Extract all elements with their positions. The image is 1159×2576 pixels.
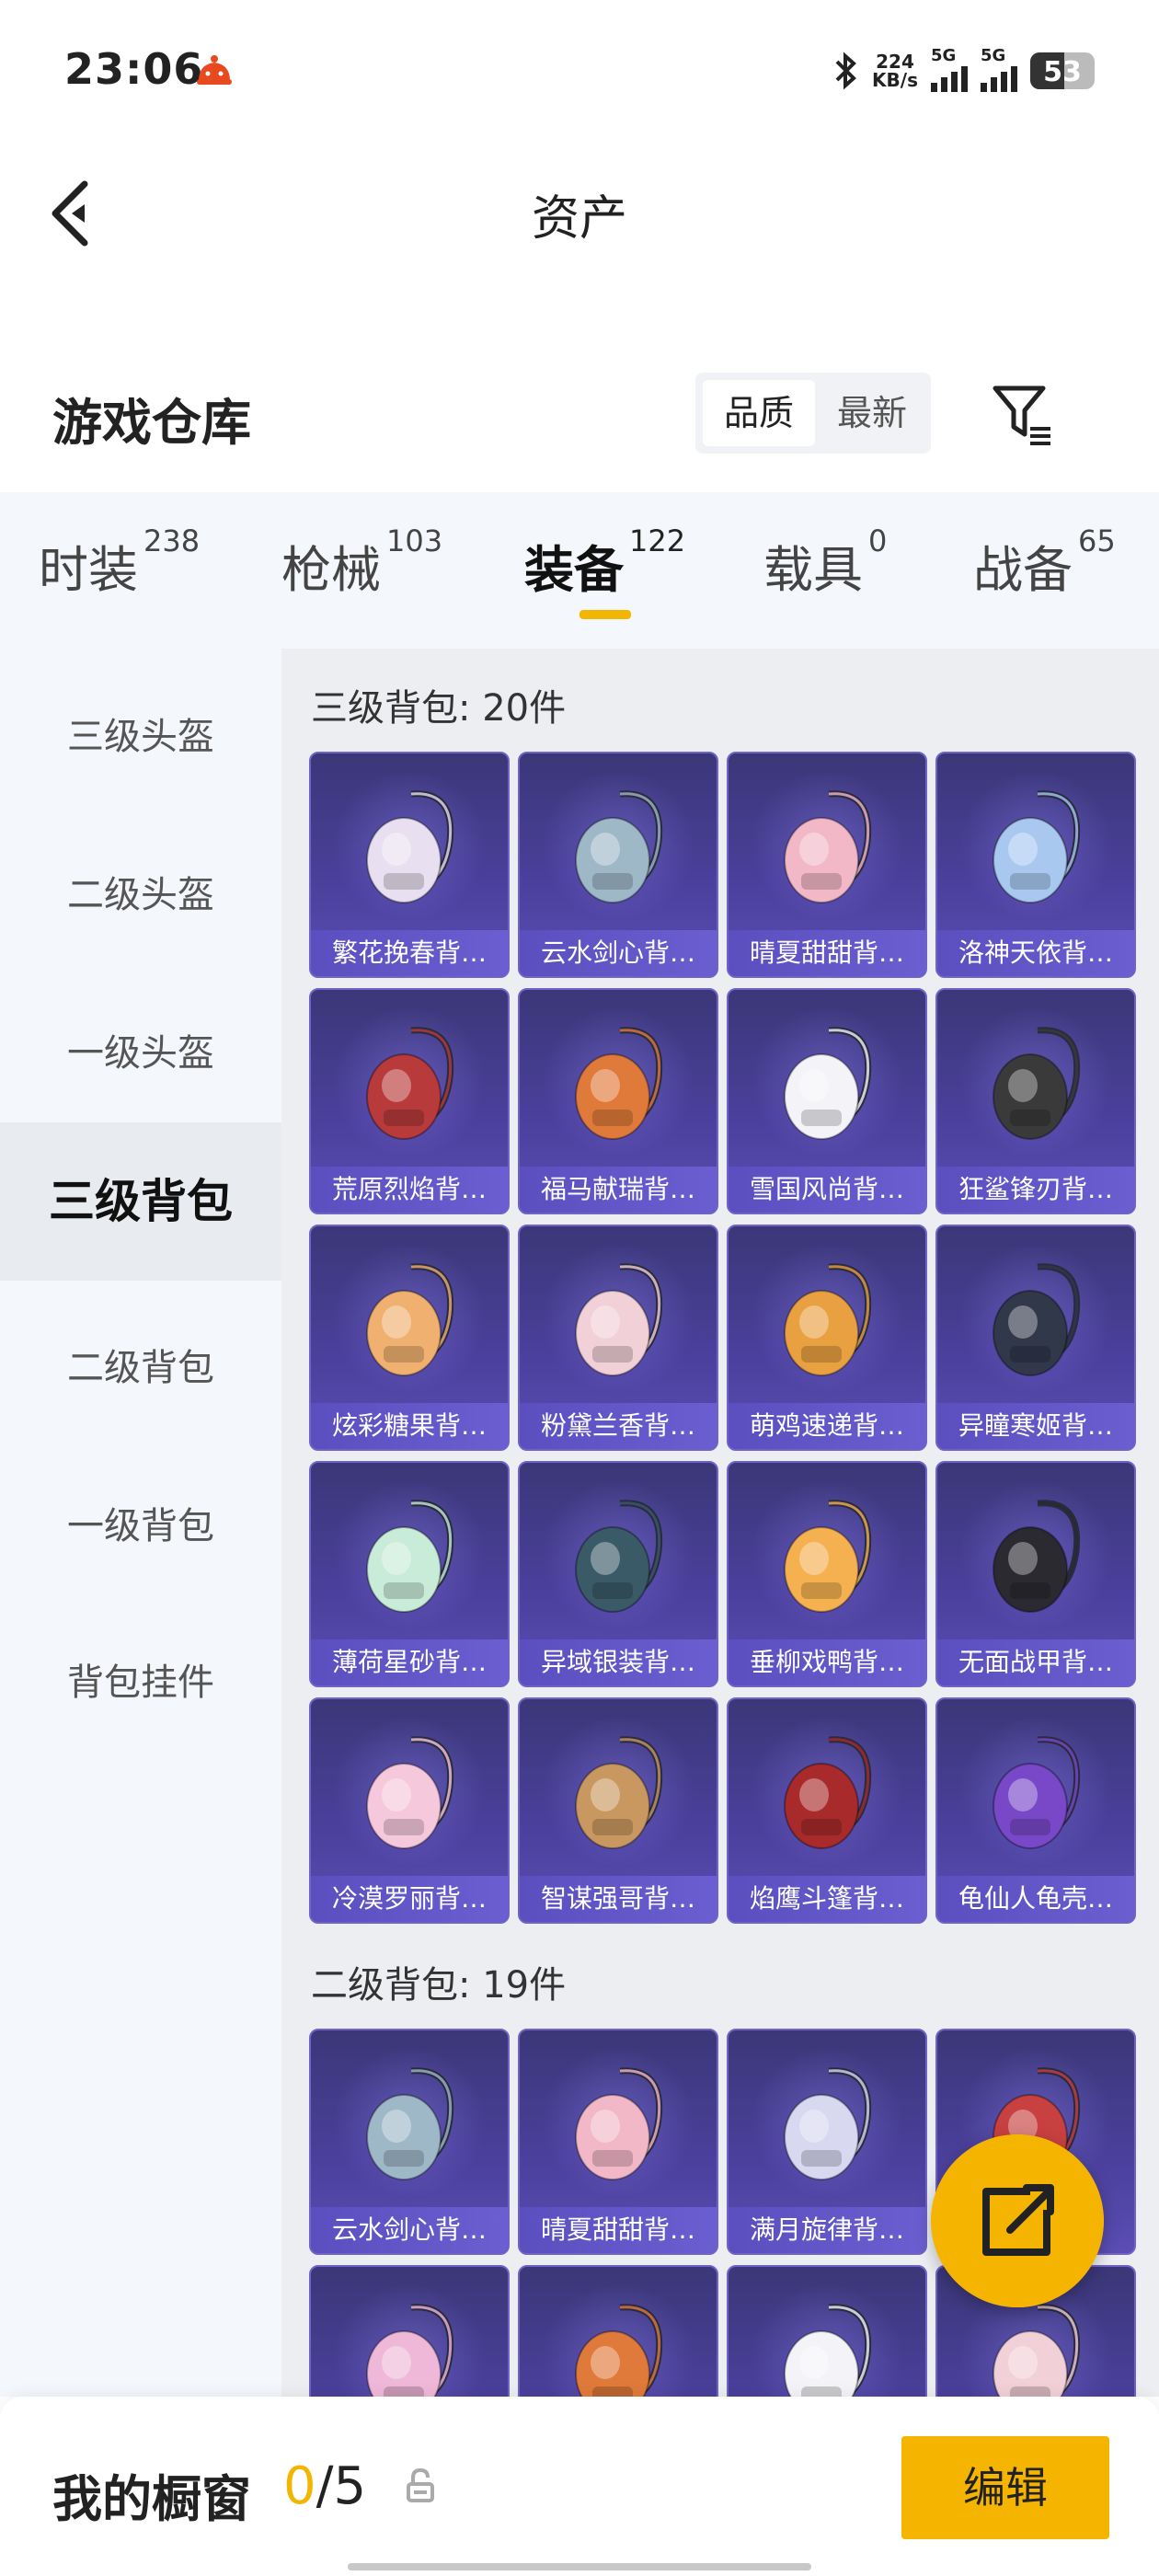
category-tabs: 时装 238 枪械 103 装备 122 载具 0 战备 65 xyxy=(0,492,1159,649)
net-speed: 224 KB/s xyxy=(872,51,918,91)
tab-vehicles[interactable]: 载具 0 xyxy=(763,523,887,602)
item-label: 龟仙人龟壳… xyxy=(937,1876,1134,1922)
item-card[interactable]: 洛神天依背… xyxy=(935,752,1136,978)
sidebar-item-backpack-1[interactable]: 一级背包 xyxy=(0,1493,281,1559)
lock-icon xyxy=(407,2467,434,2502)
notification-icon xyxy=(197,55,232,85)
item-card[interactable]: 炫彩糖果背… xyxy=(309,1225,510,1451)
item-card[interactable]: 福马献瑞背… xyxy=(518,988,718,1214)
status-indicators: 224 KB/s 5G 5G 53 xyxy=(832,46,1095,96)
section-title-backpack-3: 三级背包: 20件 xyxy=(311,687,567,730)
item-card[interactable]: 雪国风尚背… xyxy=(727,988,927,1214)
sidebar-item-helmet-1[interactable]: 一级头盔 xyxy=(0,1020,281,1087)
sidebar-item-helmet-3[interactable]: 三级头盔 xyxy=(0,704,281,770)
sidebar-item-backpack-3[interactable]: 三级背包 xyxy=(0,1122,281,1281)
item-card[interactable]: 荒原烈焰背… xyxy=(309,988,510,1214)
item-label: 洛神天依背… xyxy=(937,930,1134,976)
item-label: 智谋强哥背… xyxy=(520,1876,717,1922)
edit-button[interactable]: 编辑 xyxy=(901,2436,1109,2539)
sidebar-item-backpack-2[interactable]: 二级背包 xyxy=(0,1335,281,1401)
sort-newest-option[interactable]: 最新 xyxy=(820,380,924,446)
item-label: 云水剑心背… xyxy=(520,930,717,976)
item-label: 异域银装背… xyxy=(520,1639,717,1685)
section-title-backpack-2: 二级背包: 19件 xyxy=(311,1964,567,2007)
bluetooth-icon xyxy=(835,52,856,90)
item-label: 炫彩糖果背… xyxy=(311,1403,508,1449)
page-title: 资产 xyxy=(531,191,627,247)
signal-2: 5G xyxy=(981,46,1017,92)
item-label: 雪国风尚背… xyxy=(729,1167,925,1213)
item-label: 云水剑心背… xyxy=(311,2207,508,2253)
signal-1: 5G xyxy=(931,46,968,92)
item-card[interactable]: 繁花挽春背… xyxy=(309,752,510,978)
item-card[interactable]: 满月旋律背… xyxy=(727,2029,927,2255)
item-label: 满月旋律背… xyxy=(729,2207,925,2253)
item-label: 繁花挽春背… xyxy=(311,930,508,976)
item-card[interactable]: 狂鲨锋刃背… xyxy=(935,988,1136,1214)
item-card[interactable]: 云水剑心背… xyxy=(518,752,718,978)
tab-fashion[interactable]: 时装 238 xyxy=(39,523,200,602)
item-label: 垂柳戏鸭背… xyxy=(729,1639,925,1685)
item-card[interactable]: 萌鸡速递背… xyxy=(727,1225,927,1451)
showcase-count: 0/5 xyxy=(283,2456,367,2516)
sort-quality-option[interactable]: 品质 xyxy=(703,380,815,446)
item-card[interactable]: 异瞳寒姬背… xyxy=(935,1225,1136,1451)
showcase-title: 我的橱窗 xyxy=(52,2470,251,2528)
tab-supplies[interactable]: 战备 65 xyxy=(973,523,1116,602)
item-card[interactable]: 智谋强哥背… xyxy=(518,1697,718,1924)
home-indicator[interactable] xyxy=(348,2563,811,2570)
share-icon[interactable] xyxy=(931,2134,1104,2307)
item-label: 福马献瑞背… xyxy=(520,1167,717,1213)
item-card[interactable]: 冷漠罗丽背… xyxy=(309,1697,510,1924)
item-label: 萌鸡速递背… xyxy=(729,1403,925,1449)
item-card[interactable]: 无面战甲背… xyxy=(935,1461,1136,1687)
status-time: 23:06 xyxy=(64,44,204,94)
active-tab-indicator xyxy=(580,610,631,619)
item-label: 粉黛兰香背… xyxy=(520,1403,717,1449)
item-card[interactable]: 焰鹰斗篷背… xyxy=(727,1697,927,1924)
item-label: 冷漠罗丽背… xyxy=(311,1876,508,1922)
item-label: 晴夏甜甜背… xyxy=(520,2207,717,2253)
filter-icon[interactable] xyxy=(990,381,1056,447)
item-label: 荒原烈焰背… xyxy=(311,1167,508,1213)
item-label: 焰鹰斗篷背… xyxy=(729,1876,925,1922)
tab-firearms[interactable]: 枪械 103 xyxy=(281,523,442,602)
battery-icon: 53 xyxy=(1030,52,1095,89)
item-label: 异瞳寒姬背… xyxy=(937,1403,1134,1449)
item-card[interactable]: 垂柳戏鸭背… xyxy=(727,1461,927,1687)
item-card[interactable]: 异域银装背… xyxy=(518,1461,718,1687)
sidebar: 三级头盔 二级头盔 一级头盔 三级背包 二级背包 一级背包 背包挂件 xyxy=(0,649,281,2397)
item-label: 无面战甲背… xyxy=(937,1639,1134,1685)
item-card[interactable]: 龟仙人龟壳… xyxy=(935,1697,1136,1924)
sort-toggle: 品质 最新 xyxy=(695,373,931,454)
item-card[interactable]: 薄荷星砂背… xyxy=(309,1461,510,1687)
tab-equipment[interactable]: 装备 122 xyxy=(524,523,685,602)
item-card[interactable]: 晴夏甜甜背… xyxy=(518,2029,718,2255)
sidebar-item-backpack-pendant[interactable]: 背包挂件 xyxy=(0,1650,281,1716)
item-card[interactable]: 云水剑心背… xyxy=(309,2029,510,2255)
item-card[interactable]: 晴夏甜甜背… xyxy=(727,752,927,978)
item-label: 晴夏甜甜背… xyxy=(729,930,925,976)
warehouse-title: 游戏仓库 xyxy=(52,394,251,452)
item-label: 薄荷星砂背… xyxy=(311,1639,508,1685)
item-card[interactable]: 粉黛兰香背… xyxy=(518,1225,718,1451)
item-label: 狂鲨锋刃背… xyxy=(937,1167,1134,1213)
sidebar-item-helmet-2[interactable]: 二级头盔 xyxy=(0,862,281,928)
